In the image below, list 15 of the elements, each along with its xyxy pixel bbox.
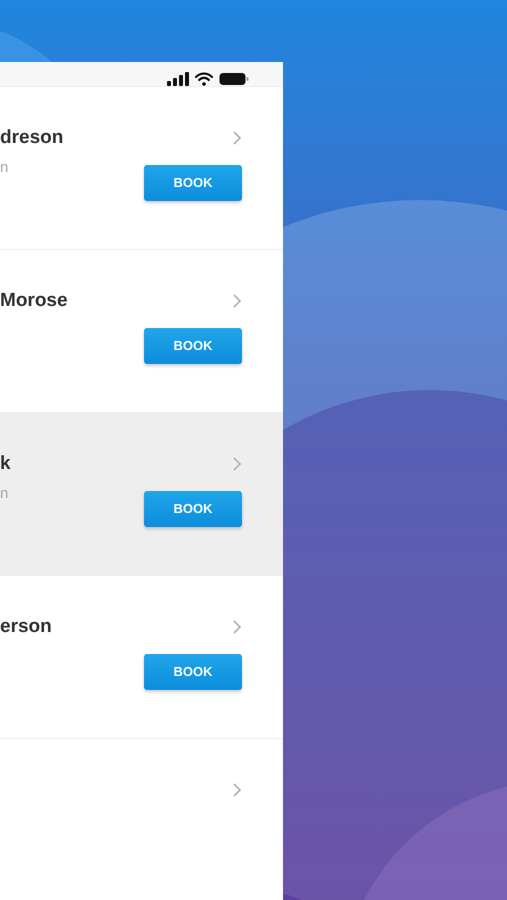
person-name: erson <box>0 614 52 639</box>
chevron-icon <box>233 131 242 145</box>
battery-icon <box>219 72 249 86</box>
list-row[interactable]: k n BOOK <box>0 412 283 575</box>
chevron-icon <box>233 783 242 797</box>
chevron-icon <box>233 620 242 634</box>
person-name: dreson <box>0 126 64 150</box>
person-role: n <box>0 484 8 504</box>
chevron-icon <box>233 294 242 308</box>
person-name: Morose <box>0 288 68 313</box>
person-name: k <box>0 452 11 476</box>
chevron-icon <box>233 457 242 471</box>
person-role: n <box>0 158 8 178</box>
signal-icon <box>167 72 189 86</box>
wifi-icon <box>195 72 213 86</box>
